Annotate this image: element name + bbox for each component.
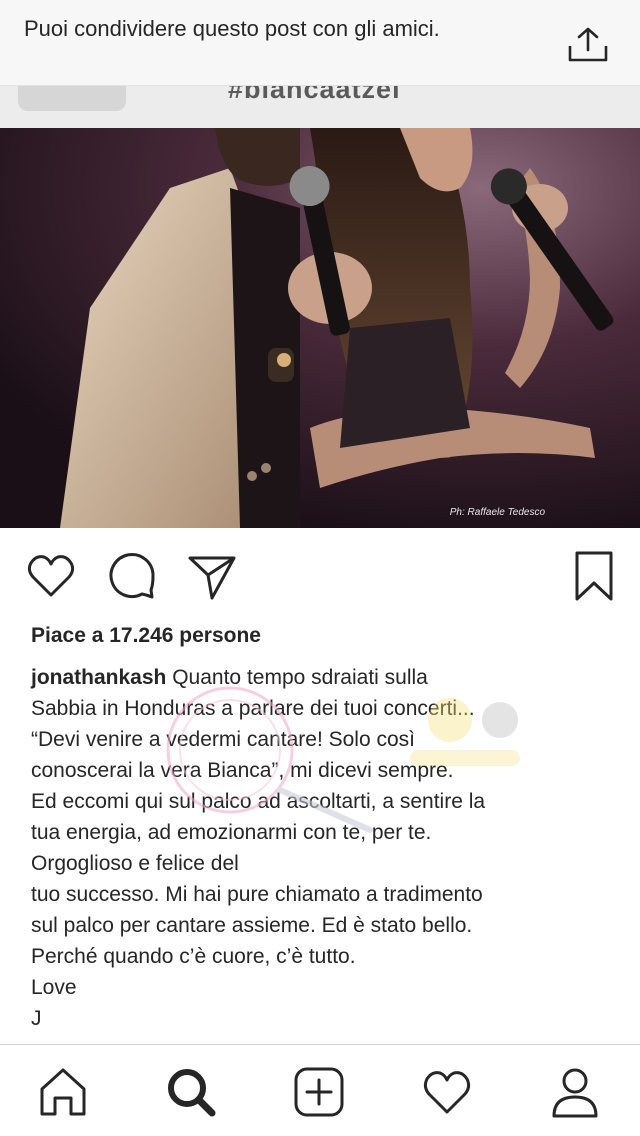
caption-line: J: [31, 1007, 42, 1030]
share-icon[interactable]: [566, 26, 610, 64]
caption-line: tua energia, ad emozionarmi con te, per …: [31, 821, 432, 844]
paper-plane-icon[interactable]: [186, 550, 238, 602]
caption-line: Ed eccomi qui sul palco ad ascoltarti, a…: [31, 790, 486, 813]
caption-line: Love: [31, 976, 77, 999]
caption-line: “Devi venire a vedermi cantare! Solo cos…: [31, 728, 415, 751]
caption-username[interactable]: jonathankash: [31, 666, 166, 689]
hashtag-tab: [18, 86, 126, 111]
caption-line: sul palco per cantare assieme. Ed è stat…: [31, 914, 473, 937]
bottom-tab-bar: [0, 1044, 640, 1136]
caption-line: Perché quando c’è cuore, c’è tutto.: [31, 945, 356, 968]
post-action-bar: [0, 540, 640, 610]
caption-line: Sabbia in Honduras a parlare dei tuoi co…: [31, 697, 475, 720]
post-caption: jonathankash Quanto tempo sdraiati sulla…: [31, 662, 621, 1034]
profile-icon[interactable]: [548, 1065, 602, 1119]
bookmark-icon[interactable]: [568, 550, 620, 602]
share-banner: Puoi condividere questo post con gli ami…: [0, 0, 640, 86]
home-icon[interactable]: [36, 1065, 90, 1119]
concert-photo: [0, 128, 640, 528]
caption-line: Orgoglioso e felice del: [31, 852, 239, 875]
share-banner-text: Puoi condividere questo post con gli ami…: [24, 16, 440, 41]
caption-line: conoscerai la vera Bianca”, mi dicevi se…: [31, 759, 454, 782]
heart-icon[interactable]: [25, 550, 77, 602]
search-icon[interactable]: [164, 1065, 218, 1119]
hashtag-strip: #biancaatzei: [0, 86, 640, 128]
hashtag-text: #biancaatzei: [228, 86, 401, 104]
caption-line: Quanto tempo sdraiati sulla: [172, 666, 428, 689]
activity-heart-icon[interactable]: [420, 1065, 474, 1119]
comment-icon[interactable]: [106, 550, 158, 602]
post-photo[interactable]: Ph: Raffaele Tedesco: [0, 128, 640, 528]
likes-count[interactable]: Piace a 17.246 persone: [31, 624, 261, 648]
caption-line: tuo successo. Mi hai pure chiamato a tra…: [31, 883, 483, 906]
new-post-icon[interactable]: [292, 1065, 346, 1119]
photo-credit: Ph: Raffaele Tedesco: [449, 507, 545, 518]
